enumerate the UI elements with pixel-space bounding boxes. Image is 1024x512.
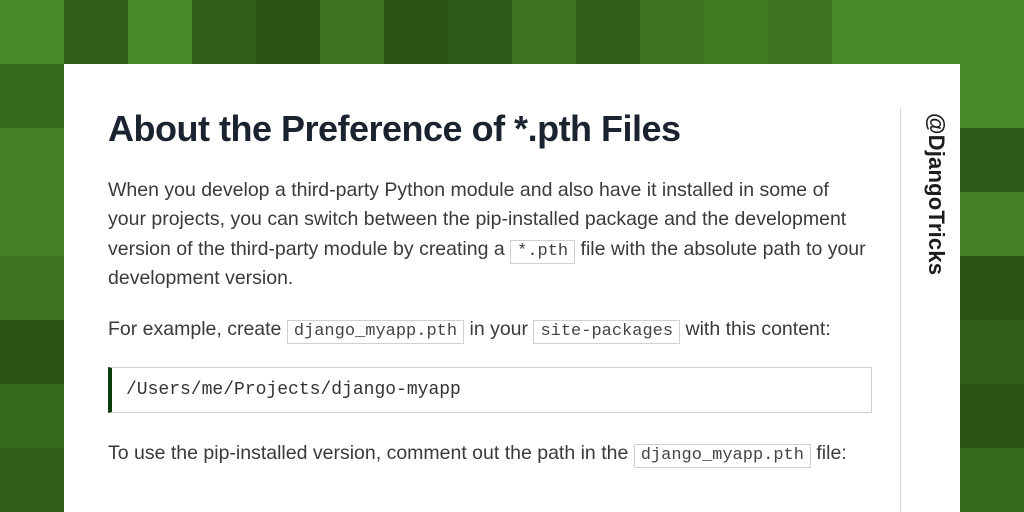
inline-code-sitepackages: site-packages <box>533 320 680 344</box>
paragraph-1: When you develop a third-party Python mo… <box>108 176 872 293</box>
inline-code-filename: django_myapp.pth <box>287 320 464 344</box>
article-content: About the Preference of *.pth Files When… <box>108 108 900 512</box>
handle-column: @DjangoTricks <box>900 108 960 512</box>
text: For example, create <box>108 318 287 340</box>
paragraph-2: For example, create django_myapp.pth in … <box>108 315 872 345</box>
text: To use the pip-installed version, commen… <box>108 442 634 464</box>
inline-code-pth: *.pth <box>510 240 575 264</box>
text: file: <box>811 442 847 464</box>
code-block: /Users/me/Projects/django-myapp <box>108 367 872 413</box>
article-title: About the Preference of *.pth Files <box>108 108 872 150</box>
text: with this content: <box>680 318 831 340</box>
twitter-handle: @DjangoTricks <box>923 113 949 275</box>
article-card: About the Preference of *.pth Files When… <box>64 64 960 512</box>
text: in your <box>464 318 533 340</box>
inline-code-filename: django_myapp.pth <box>634 444 811 468</box>
paragraph-3: To use the pip-installed version, commen… <box>108 439 872 469</box>
